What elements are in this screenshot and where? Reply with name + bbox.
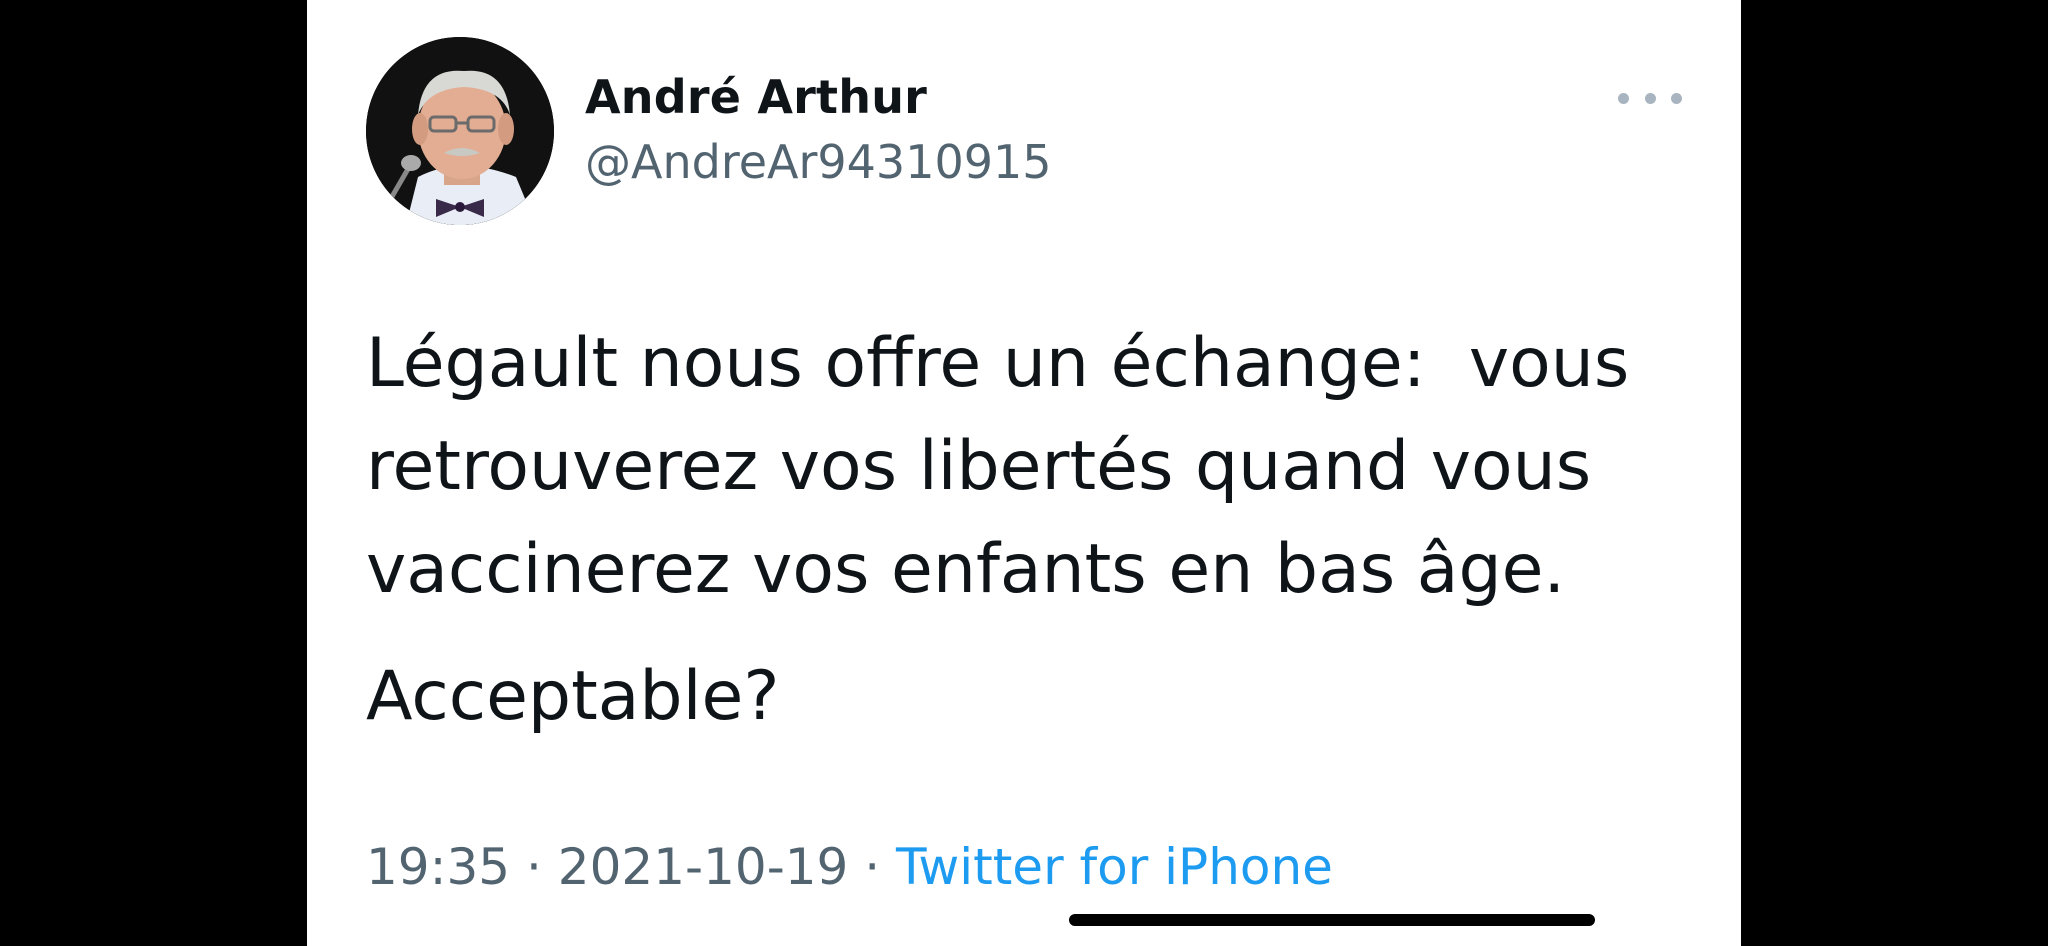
meta-separator: · <box>848 838 897 896</box>
tweet-source-link[interactable]: Twitter for iPhone <box>896 838 1333 896</box>
tweet-text-line: vaccinerez vos enfants en bas âge. <box>366 530 1566 609</box>
author-avatar[interactable] <box>366 37 554 225</box>
tweet-time[interactable]: 19:35 <box>366 838 510 896</box>
more-dot <box>1644 92 1656 104</box>
meta-separator: · <box>510 838 558 896</box>
more-dot <box>1618 92 1629 104</box>
screen: André Arthur @AndreAr94310915 Légault no… <box>0 0 2048 946</box>
more-options-icon[interactable] <box>1618 82 1682 114</box>
tweet-card: André Arthur @AndreAr94310915 Légault no… <box>307 0 1741 946</box>
author-display-name[interactable]: André Arthur <box>585 70 927 124</box>
tweet-meta: 19:35 · 2021-10-19 · Twitter for iPhone <box>366 838 1333 896</box>
home-indicator[interactable] <box>1069 914 1595 926</box>
tweet-date[interactable]: 2021-10-19 <box>558 838 849 896</box>
avatar-photo <box>366 37 554 225</box>
tweet-text: Légault nous offre un échange: vous retr… <box>366 312 1696 748</box>
author-handle[interactable]: @AndreAr94310915 <box>585 135 1052 189</box>
tweet-text-line: Légault nous offre un échange: vous <box>366 324 1630 403</box>
tweet-text-paragraph: Acceptable? <box>366 657 780 736</box>
tweet-text-line: retrouverez vos libertés quand vous <box>366 427 1592 506</box>
more-dot <box>1671 92 1682 104</box>
